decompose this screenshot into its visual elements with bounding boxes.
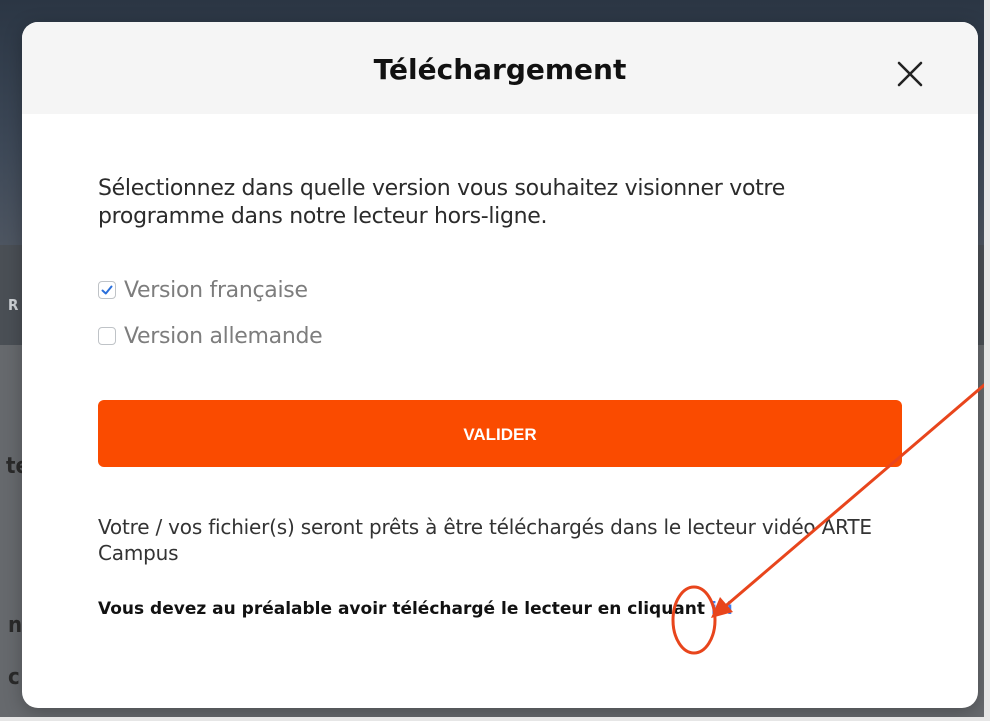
option-label: Version allemande <box>124 323 323 349</box>
close-icon <box>897 61 923 87</box>
modal-title: Téléchargement <box>373 53 627 86</box>
modal-header: Téléchargement <box>22 22 978 114</box>
prerequisite-text: Vous devez au préalable avoir téléchargé… <box>98 597 908 621</box>
backdrop-text-fragment: c <box>8 665 20 690</box>
option-version-francaise[interactable]: Version française <box>98 275 308 305</box>
backdrop-text-fragment: R <box>8 296 19 314</box>
prerequisite-label: Vous devez au préalable avoir téléchargé… <box>98 599 711 619</box>
option-label: Version française <box>124 277 308 303</box>
backdrop-text-fragment: n <box>8 613 23 638</box>
close-button[interactable] <box>890 54 930 94</box>
check-icon <box>101 285 113 295</box>
download-player-link[interactable]: ici <box>711 599 733 619</box>
validate-button[interactable]: VALIDER <box>98 400 902 467</box>
download-modal: Téléchargement Sélectionnez dans quelle … <box>22 22 978 708</box>
option-version-allemande[interactable]: Version allemande <box>98 321 323 351</box>
download-notice: Votre / vos fichier(s) seront prêts à êt… <box>98 515 872 565</box>
intro-text: Sélectionnez dans quelle version vous so… <box>98 176 785 229</box>
checkbox-version-francaise[interactable] <box>98 281 116 299</box>
checkbox-version-allemande[interactable] <box>98 327 116 345</box>
